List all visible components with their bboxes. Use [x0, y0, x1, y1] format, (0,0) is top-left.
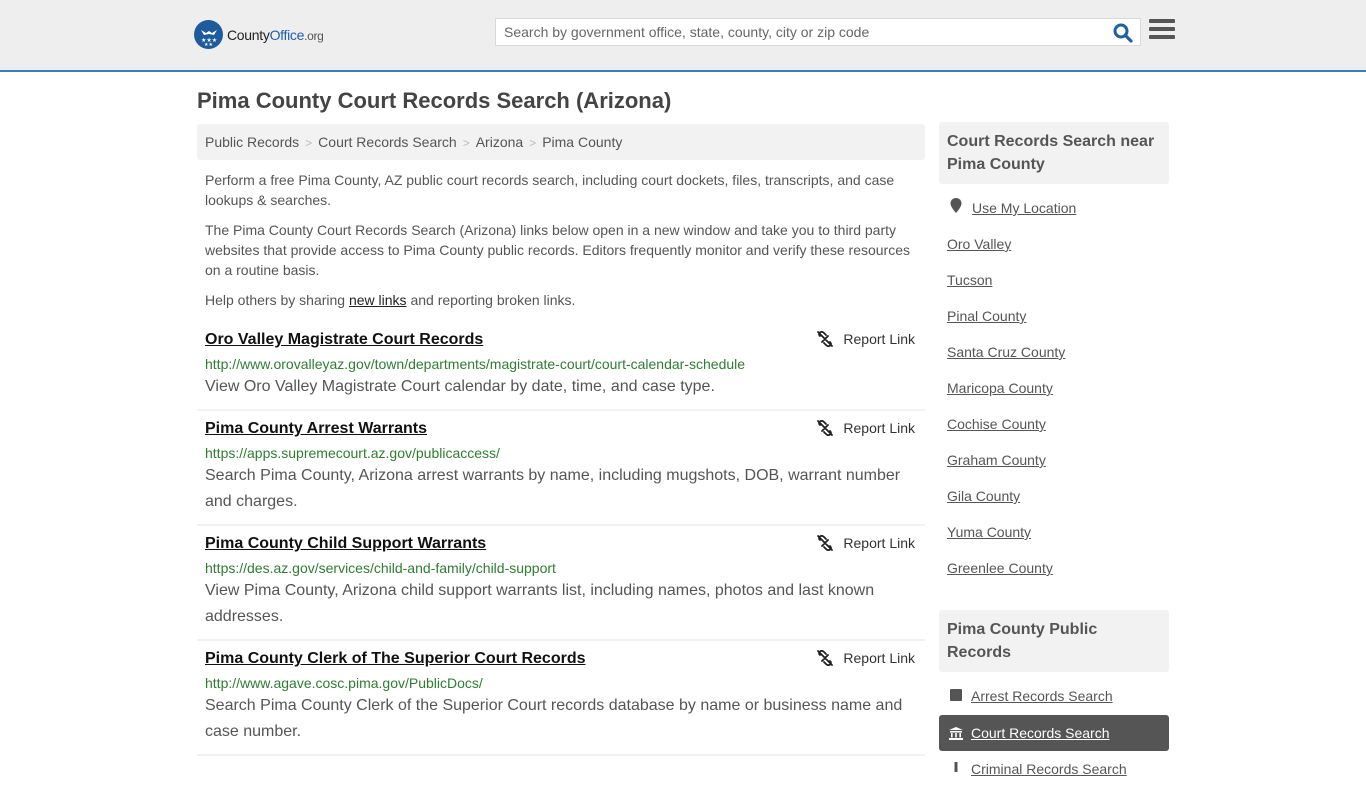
- nearby-link[interactable]: Oro Valley: [947, 234, 1011, 254]
- new-links-link[interactable]: new links: [349, 292, 407, 308]
- records-item-court: Court Records Search: [939, 715, 1169, 751]
- report-link-label: Report Link: [843, 650, 915, 666]
- breadcrumb-arizona[interactable]: Arizona: [476, 134, 523, 150]
- nearby-item: Santa Cruz County: [947, 342, 1161, 378]
- result-url: http://www.agave.cosc.pima.gov/PublicDoc…: [205, 675, 483, 691]
- courthouse-icon: [949, 726, 963, 740]
- report-link-button[interactable]: Report Link: [817, 420, 915, 436]
- hamburger-menu-icon-bar: [1149, 27, 1175, 31]
- criminal-records-link[interactable]: Criminal Records Search: [971, 761, 1127, 777]
- result-url: https://apps.supremecourt.az.gov/publica…: [205, 445, 500, 461]
- square-icon: [949, 688, 963, 702]
- map-pin-icon: [950, 198, 962, 213]
- result-url: http://www.orovalleyaz.gov/town/departme…: [205, 356, 746, 372]
- intro-p3-before: Help others by sharing: [205, 292, 349, 308]
- nearby-link[interactable]: Maricopa County: [947, 378, 1053, 398]
- result-url: https://des.az.gov/services/child-and-fa…: [205, 560, 556, 576]
- result-description: Search Pima County, Arizona arrest warra…: [205, 467, 901, 510]
- records-item-arrest: Arrest Records Search: [939, 688, 1169, 710]
- intro-text: Perform a free Pima County, AZ public co…: [205, 170, 917, 320]
- result-description: View Pima County, Arizona child support …: [205, 582, 875, 625]
- nearby-link[interactable]: Tucson: [947, 270, 992, 290]
- breadcrumb: Public Records > Court Records Search > Ariz…: [197, 124, 925, 160]
- breadcrumb-separator: >: [529, 136, 537, 150]
- result-title-link[interactable]: Oro Valley Magistrate Court Records: [205, 330, 483, 350]
- breadcrumb-separator: >: [305, 136, 313, 150]
- result-description: View Oro Valley Magistrate Court calenda…: [205, 378, 715, 395]
- result-item: Pima County Clerk of The Superior Court …: [197, 641, 925, 756]
- court-records-link[interactable]: Court Records Search: [971, 725, 1110, 741]
- use-my-location-link[interactable]: Use My Location: [972, 198, 1076, 218]
- nearby-item: Tucson: [947, 270, 1161, 306]
- use-my-location-item: Use My Location: [947, 198, 1161, 234]
- search-icon: [1113, 23, 1133, 43]
- intro-paragraph-2: The Pima County Court Records Search (Ar…: [205, 222, 910, 278]
- broken-link-icon: [817, 650, 834, 666]
- nearby-list: Use My Location Oro Valley Tucson Pinal …: [939, 184, 1169, 594]
- logo-tld: .org: [304, 28, 324, 43]
- breadcrumb-public-records[interactable]: Public Records: [205, 134, 299, 150]
- public-records-list: Arrest Records Search Court Records Sear…: [939, 672, 1169, 787]
- top-navigation-bar: ★★★ ★★ CountyOffice.org: [0, 0, 1366, 72]
- sidebar: Court Records Search near Pima County Us…: [939, 122, 1169, 787]
- intro-p3-after: and reporting broken links.: [406, 292, 576, 308]
- report-link-label: Report Link: [843, 420, 915, 436]
- intro-paragraph-1: Perform a free Pima County, AZ public co…: [205, 172, 895, 208]
- nearby-heading: Court Records Search near Pima County: [939, 122, 1169, 184]
- hamburger-menu-button[interactable]: [1149, 19, 1175, 43]
- logo-wordmark: CountyOffice.org: [227, 27, 324, 43]
- results-list: Oro Valley Magistrate Court Records Repo…: [197, 322, 925, 756]
- breadcrumb-pima-county[interactable]: Pima County: [542, 134, 622, 150]
- result-item: Pima County Arrest Warrants Report Link …: [197, 411, 925, 526]
- result-title-link[interactable]: Pima County Clerk of The Superior Court …: [205, 649, 586, 669]
- nearby-item: Pinal County: [947, 306, 1161, 342]
- report-link-button[interactable]: Report Link: [817, 331, 915, 347]
- nearby-item: Greenlee County: [947, 558, 1161, 594]
- breadcrumb-court-records-search[interactable]: Court Records Search: [318, 134, 457, 150]
- nearby-link[interactable]: Gila County: [947, 486, 1020, 506]
- nearby-link[interactable]: Yuma County: [947, 522, 1031, 542]
- broken-link-icon: [817, 420, 834, 436]
- public-records-heading: Pima County Public Records: [939, 610, 1169, 672]
- report-link-button[interactable]: Report Link: [817, 650, 915, 666]
- svg-text:★★: ★★: [204, 42, 213, 46]
- result-description: Search Pima County Clerk of the Superior…: [205, 697, 903, 740]
- logo-name: County: [227, 26, 270, 43]
- exclamation-icon: [949, 762, 963, 776]
- breadcrumb-separator: >: [462, 136, 470, 150]
- nearby-link[interactable]: Greenlee County: [947, 558, 1053, 578]
- nearby-item: Maricopa County: [947, 378, 1161, 414]
- report-link-label: Report Link: [843, 535, 915, 551]
- intro-paragraph-3: Help others by sharing new links and rep…: [205, 290, 917, 310]
- page-title: Pima County Court Records Search (Arizon…: [197, 88, 672, 113]
- hamburger-menu-icon-bar: [1149, 35, 1175, 39]
- result-item: Pima County Child Support Warrants Repor…: [197, 526, 925, 641]
- report-link-button[interactable]: Report Link: [817, 535, 915, 551]
- nearby-link[interactable]: Cochise County: [947, 414, 1046, 434]
- arrest-records-link[interactable]: Arrest Records Search: [971, 688, 1113, 704]
- nearby-item: Cochise County: [947, 414, 1161, 450]
- nearby-item: Yuma County: [947, 522, 1161, 558]
- broken-link-icon: [817, 331, 834, 347]
- broken-link-icon: [817, 535, 834, 551]
- records-item-criminal: Criminal Records Search: [939, 751, 1169, 787]
- nearby-link[interactable]: Pinal County: [947, 306, 1026, 326]
- search-button[interactable]: [1112, 22, 1134, 44]
- report-link-label: Report Link: [843, 331, 915, 347]
- search-input[interactable]: [496, 19, 1096, 45]
- nearby-link[interactable]: Santa Cruz County: [947, 342, 1065, 362]
- nearby-item: Graham County: [947, 450, 1161, 486]
- hamburger-menu-icon-bar: [1149, 19, 1175, 23]
- search-box: [495, 18, 1141, 46]
- site-logo[interactable]: ★★★ ★★ CountyOffice.org: [194, 20, 324, 49]
- result-title-link[interactable]: Pima County Child Support Warrants: [205, 534, 486, 554]
- logo-office: Office: [269, 26, 305, 43]
- nearby-item: Gila County: [947, 486, 1161, 522]
- result-item: Oro Valley Magistrate Court Records Repo…: [197, 322, 925, 411]
- eagle-stars-logo-icon: ★★★ ★★: [194, 20, 223, 49]
- nearby-item: Oro Valley: [947, 234, 1161, 270]
- result-title-link[interactable]: Pima County Arrest Warrants: [205, 419, 427, 439]
- nearby-link[interactable]: Graham County: [947, 450, 1046, 470]
